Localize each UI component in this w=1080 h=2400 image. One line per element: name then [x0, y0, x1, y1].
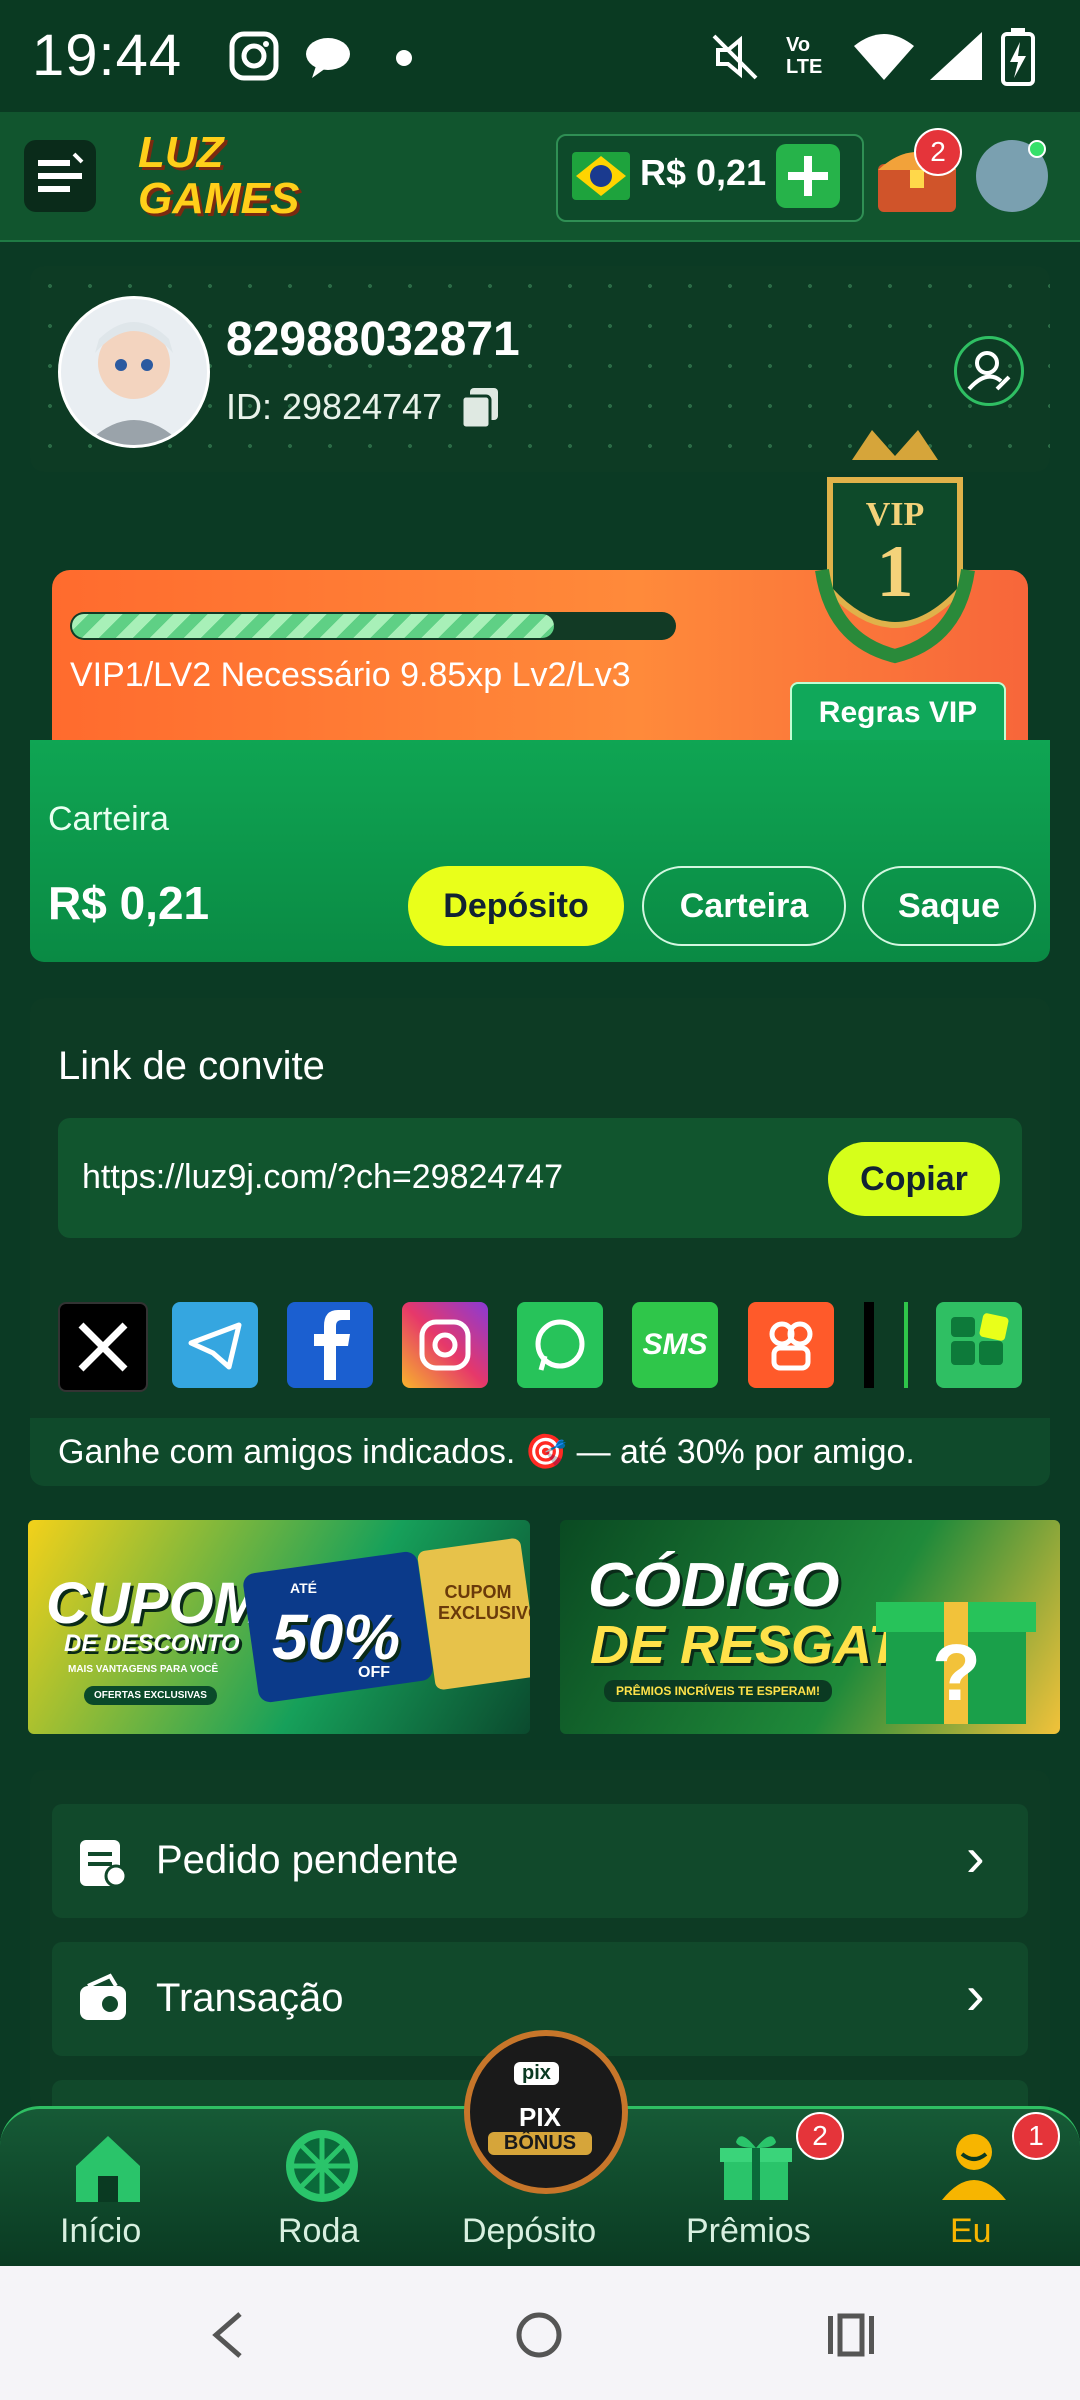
profile-icon [942, 2134, 1006, 2200]
menu-item-label: Pedido pendente [156, 1838, 459, 1882]
avatar-character-icon [85, 322, 183, 445]
copy-id-icon[interactable] [460, 386, 500, 430]
wheel-icon [286, 2130, 358, 2202]
coupon-small-text: MAIS VANTAGENS PARA VOCÊ [68, 1664, 219, 1675]
wifi-icon [854, 34, 914, 80]
logo-text: LUZ GAMES [138, 128, 300, 223]
menu-item-pending-order[interactable]: Pedido pendente › [52, 1804, 1028, 1918]
nav-wheel[interactable]: Roda [278, 2212, 359, 2251]
coupon-subtitle: DE DESCONTO [64, 1630, 240, 1657]
wallet-amount: R$ 0,21 [48, 877, 210, 929]
home-icon [76, 2136, 140, 2202]
profile-user-id: ID: 29824747 [226, 386, 443, 427]
nav-deposit[interactable]: Depósito [462, 2212, 596, 2251]
vip-level-text: VIP1/LV2 Necessário 9.85xp Lv2/Lv3 [70, 656, 631, 694]
share-sms-button[interactable]: SMS [632, 1302, 718, 1388]
pix-label: PIX [519, 2102, 561, 2132]
pending-order-icon [80, 1840, 128, 1888]
whatsapp-icon [535, 1319, 585, 1371]
share-divider [904, 1302, 908, 1388]
coupon-title: CUPOM [46, 1571, 262, 1636]
vip-rules-button[interactable]: Regras VIP [790, 682, 1006, 744]
instagram-icon [419, 1319, 471, 1371]
brazil-flag-icon [572, 152, 630, 200]
home-circle-icon[interactable] [514, 2310, 564, 2360]
code-title-line1: CÓDIGO [588, 1551, 840, 1620]
coupon-offers-pill: OFERTAS EXCLUSIVAS [84, 1686, 217, 1705]
bonus-label: BÔNUS [488, 2132, 592, 2155]
coupon-upto: ATÉ [290, 1580, 317, 1596]
x-icon [78, 1322, 128, 1372]
chat-status-icon [306, 38, 350, 78]
vip-badge-level: 1 [876, 531, 914, 613]
coupon-off: OFF [358, 1664, 390, 1681]
chevron-right-icon: › [966, 1825, 985, 1888]
menu-item-label: Transação [156, 1976, 344, 2020]
nav-pix-bonus-button[interactable]: pix PIX BÔNUS [464, 2030, 628, 2194]
invite-footer-text: Ganhe com amigos indicados. 🎯 — até 30% … [58, 1433, 915, 1471]
header-balance: R$ 0,21 [640, 152, 767, 193]
nav-home[interactable]: Início [60, 2212, 141, 2251]
chevron-right-icon: › [966, 1963, 985, 2026]
telegram-icon [188, 1322, 242, 1370]
recents-icon[interactable] [826, 2310, 876, 2360]
copy-link-button[interactable]: Copiar [828, 1142, 1000, 1216]
kwai-icon [769, 1321, 813, 1371]
signal-icon [930, 32, 982, 80]
share-telegram-button[interactable] [172, 1302, 258, 1388]
eu-badge: 1 [1012, 2112, 1060, 2160]
back-icon[interactable] [208, 2310, 248, 2360]
facebook-icon [314, 1310, 350, 1380]
deposit-button[interactable]: Depósito [408, 866, 624, 946]
pix-logo-icon: pix [514, 2062, 559, 2085]
share-x-button[interactable] [58, 1302, 148, 1392]
share-instagram-button[interactable] [402, 1302, 488, 1388]
gift-box-icon: ? [876, 1602, 1036, 1724]
wallet-button[interactable]: Carteira [642, 866, 846, 946]
share-more-button[interactable] [936, 1302, 1022, 1388]
mute-icon [712, 34, 758, 80]
share-kwai-button[interactable] [748, 1302, 834, 1388]
code-tagline: PRÊMIOS INCRÍVEIS TE ESPERAM! [604, 1680, 833, 1702]
gift-icon [720, 2136, 792, 2200]
withdraw-button[interactable]: Saque [862, 866, 1036, 946]
vip-badge-label: VIP [865, 496, 925, 533]
menu-button[interactable] [24, 140, 96, 212]
add-balance-button[interactable] [776, 144, 840, 208]
app-logo[interactable]: LUZ GAMES [138, 130, 318, 222]
share-tiktok-button[interactable] [864, 1302, 874, 1388]
vip-progress-fill [72, 614, 554, 638]
notification-dot-icon [396, 50, 412, 66]
invite-url: https://luz9j.com/?ch=29824747 [82, 1158, 564, 1196]
chest-badge: 2 [914, 128, 962, 176]
redeem-code-banner[interactable]: CÓDIGO DE RESGATE PRÊMIOS INCRÍVEIS TE E… [560, 1520, 1060, 1734]
status-clock: 19:44 [32, 23, 183, 88]
online-dot-icon [1028, 140, 1046, 158]
volte-icon: Vo LTE [786, 34, 823, 78]
profile-username: 82988032871 [226, 313, 520, 366]
wallet-label: Carteira [48, 800, 169, 838]
nav-me[interactable]: Eu [950, 2212, 992, 2251]
wallet-icon [80, 1973, 126, 2020]
invite-title: Link de convite [58, 1044, 325, 1088]
battery-icon [1001, 28, 1035, 86]
coupon-banner[interactable]: CUPOM DE DESCONTO MAIS VANTAGENS PARA VO… [28, 1520, 530, 1734]
plus-icon [788, 156, 828, 196]
user-edit-icon [967, 351, 1011, 391]
share-whatsapp-button[interactable] [517, 1302, 603, 1388]
menu-icon [38, 152, 84, 192]
premios-badge: 2 [796, 2112, 844, 2160]
more-apps-icon [951, 1313, 1009, 1365]
svg-text:?: ? [932, 1628, 981, 1717]
sms-icon: SMS [642, 1328, 708, 1361]
share-facebook-button[interactable] [287, 1302, 373, 1388]
instagram-status-icon [229, 31, 279, 81]
coupon-exclusive: CUPOM EXCLUSIVO [438, 1582, 530, 1623]
vip-badge: VIP 1 [812, 420, 978, 670]
coupon-percent: 50% [272, 1601, 401, 1673]
edit-profile-button[interactable] [954, 336, 1024, 406]
profile-avatar[interactable] [58, 296, 210, 448]
nav-prizes[interactable]: Prêmios [686, 2212, 811, 2251]
